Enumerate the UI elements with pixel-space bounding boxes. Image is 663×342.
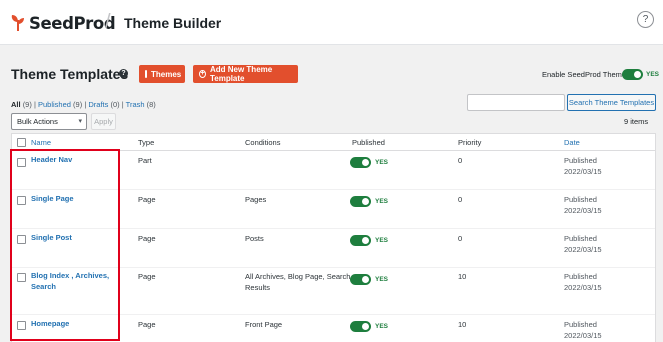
plus-circle-icon: +	[199, 70, 206, 78]
row-checkbox[interactable]	[17, 235, 26, 244]
publish-date: 2022/03/15	[564, 206, 602, 215]
column-published: Published	[352, 138, 385, 147]
template-title-link-cont[interactable]: Search	[31, 281, 56, 292]
select-all-checkbox[interactable]	[17, 138, 26, 147]
column-priority: Priority	[458, 138, 482, 147]
help-icon[interactable]: ?	[119, 69, 128, 78]
page-title: Theme Templates	[11, 66, 129, 82]
publish-date: 2022/03/15	[564, 245, 602, 254]
column-conditions: Conditions	[245, 138, 281, 147]
template-priority: 0	[458, 234, 463, 243]
template-conditions: Posts	[245, 234, 264, 243]
themes-button-label: Themes	[151, 69, 182, 79]
row-checkbox[interactable]	[17, 158, 26, 167]
title-divider: /	[105, 11, 111, 33]
date-status: Published	[564, 156, 597, 165]
table-row: Blog Index , Archives, Search Page All A…	[12, 268, 655, 315]
template-title-link[interactable]: Single Post	[31, 232, 72, 243]
row-checkbox[interactable]	[17, 321, 26, 330]
published-toggle[interactable]	[350, 274, 371, 285]
row-checkbox[interactable]	[17, 196, 26, 205]
items-count: 9 items	[624, 117, 649, 126]
template-type: Page	[138, 195, 156, 204]
question-circle-icon[interactable]: ?	[637, 11, 654, 28]
publish-date: 2022/03/15	[564, 283, 602, 292]
template-priority: 0	[458, 156, 463, 165]
template-title-link[interactable]: Homepage	[31, 318, 69, 329]
template-title-link[interactable]: Header Nav	[31, 154, 72, 165]
filter-drafts[interactable]: Drafts	[88, 100, 108, 109]
published-toggle[interactable]	[350, 196, 371, 207]
table-header: Name Type Conditions Published Priority …	[12, 134, 655, 151]
status-filters: All (9) | Published (9) | Drafts (0) | T…	[11, 100, 156, 109]
themes-icon	[145, 70, 147, 78]
top-bar: SeedProd / Theme Builder ?	[0, 0, 663, 45]
table-row: Homepage Page Front Page YES 10 Publishe…	[12, 315, 655, 342]
date-status: Published	[564, 234, 597, 243]
published-toggle[interactable]	[350, 235, 371, 246]
seedling-leaf-icon	[11, 15, 24, 31]
template-type: Part	[138, 156, 152, 165]
row-checkbox[interactable]	[17, 273, 26, 282]
templates-table: Name Type Conditions Published Priority …	[11, 133, 656, 342]
template-priority: 10	[458, 320, 467, 329]
published-state: YES	[375, 159, 389, 166]
date-status: Published	[564, 272, 597, 281]
template-conditions-cont: Results	[245, 283, 271, 292]
seedprod-logo[interactable]: SeedProd	[11, 12, 116, 34]
filter-published[interactable]: Published	[38, 100, 71, 109]
search-theme-templates-button[interactable]: Search Theme Templates	[567, 94, 656, 111]
template-priority: 10	[458, 272, 467, 281]
themes-button[interactable]: Themes	[139, 65, 185, 83]
template-conditions: Pages	[245, 195, 267, 204]
published-state: YES	[375, 276, 389, 283]
table-row: Single Post Page Posts YES 0 Published 2…	[12, 229, 655, 268]
template-type: Page	[138, 272, 156, 281]
add-button-label: Add New Theme Template	[209, 65, 273, 83]
template-conditions: All Archives, Blog Page, Search	[245, 272, 351, 281]
add-new-theme-template-button[interactable]: + Add New Theme Template	[193, 65, 298, 83]
enable-theme-toggle[interactable]	[622, 69, 643, 80]
template-title-link[interactable]: Blog Index , Archives,	[31, 270, 109, 281]
date-status: Published	[564, 195, 597, 204]
enable-theme-state: YES	[646, 71, 660, 78]
column-date[interactable]: Date	[564, 138, 580, 147]
bulk-actions-select[interactable]: Bulk Actions ▾	[11, 113, 87, 130]
publish-date: 2022/03/15	[564, 331, 602, 340]
chevron-down-icon: ▾	[78, 118, 82, 125]
brand-name: SeedProd	[29, 13, 116, 33]
table-row: Single Page Page Pages YES 0 Published 2…	[12, 190, 655, 229]
table-row: Header Nav Part YES 0 Published 2022/03/…	[12, 151, 655, 190]
published-state: YES	[375, 323, 389, 330]
filter-trash[interactable]: Trash	[126, 100, 145, 109]
date-status: Published	[564, 320, 597, 329]
published-toggle[interactable]	[350, 321, 371, 332]
apply-button[interactable]: Apply	[91, 113, 116, 130]
template-priority: 0	[458, 195, 463, 204]
enable-theme-label: Enable SeedProd Theme	[542, 70, 627, 79]
publish-date: 2022/03/15	[564, 167, 602, 176]
published-state: YES	[375, 198, 389, 205]
template-type: Page	[138, 234, 156, 243]
search-input[interactable]	[467, 94, 565, 111]
template-type: Page	[138, 320, 156, 329]
column-name[interactable]: Name	[31, 138, 51, 147]
column-type: Type	[138, 138, 155, 147]
published-state: YES	[375, 237, 389, 244]
template-conditions: Front Page	[245, 320, 283, 329]
template-title-link[interactable]: Single Page	[31, 193, 74, 204]
app-title: Theme Builder	[124, 15, 222, 31]
published-toggle[interactable]	[350, 157, 371, 168]
filter-all[interactable]: All	[11, 100, 21, 109]
